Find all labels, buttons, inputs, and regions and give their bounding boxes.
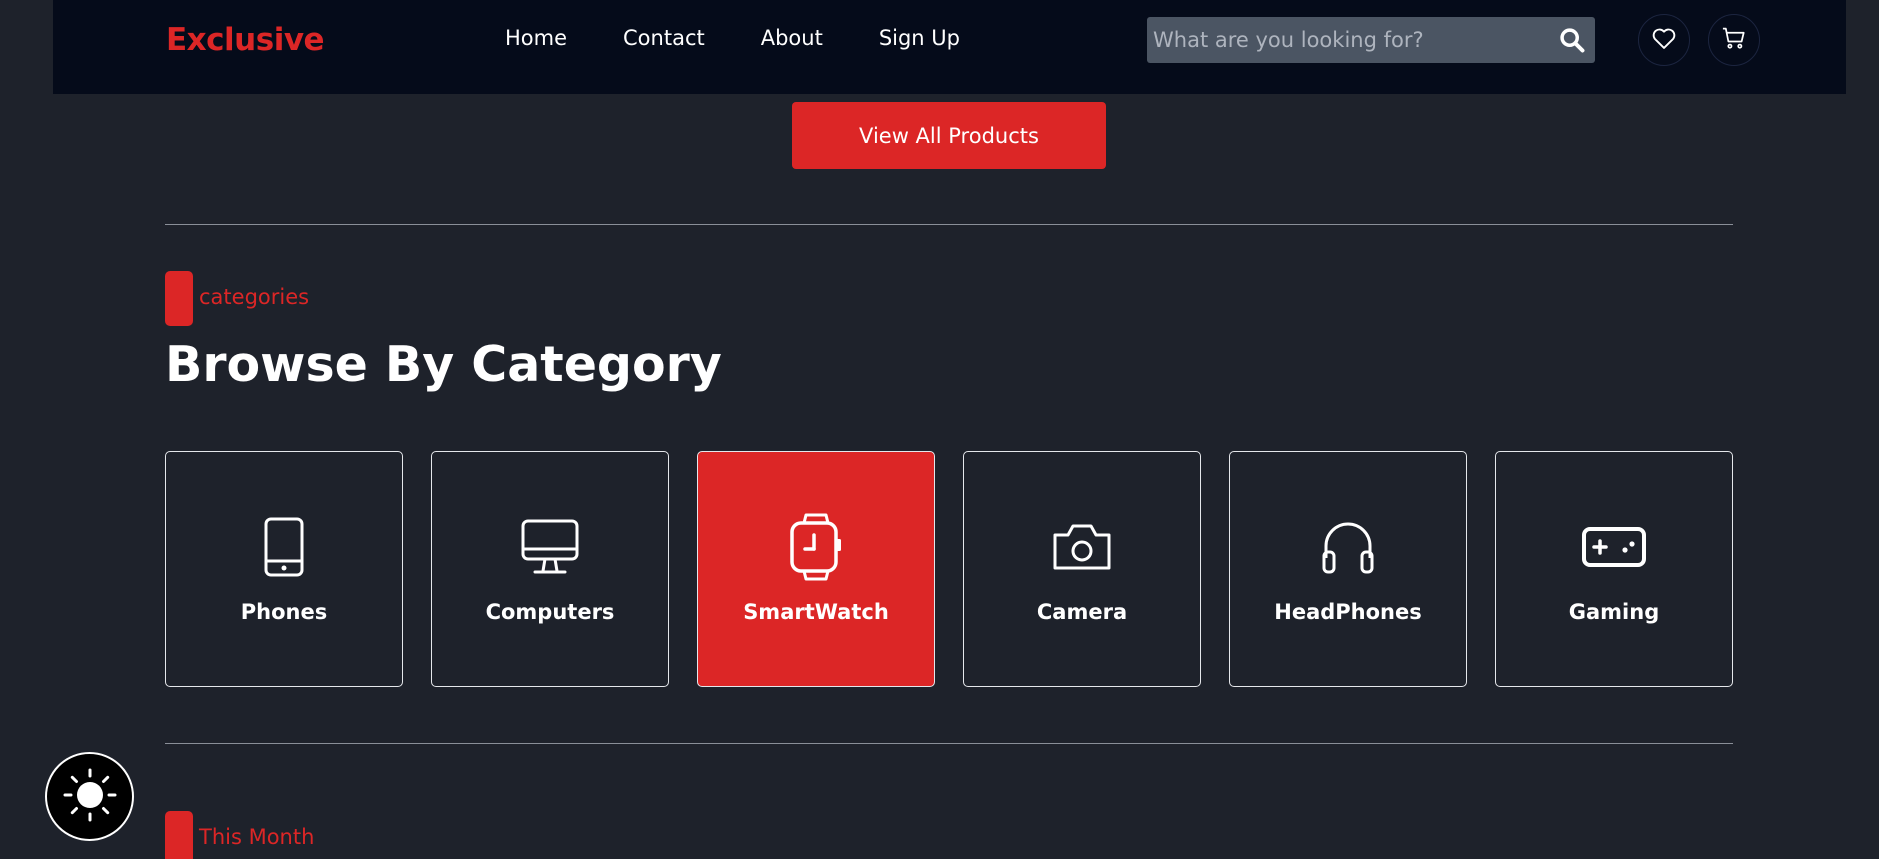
view-all-products-button[interactable]: View All Products — [792, 102, 1106, 169]
wishlist-button[interactable] — [1638, 14, 1690, 66]
cart-button[interactable] — [1708, 14, 1760, 66]
section-tag-label: This Month — [199, 825, 315, 849]
category-card-gaming[interactable]: Gaming — [1495, 451, 1733, 687]
theme-toggle-button[interactable] — [45, 752, 134, 841]
phone-icon — [262, 514, 306, 580]
category-label: Computers — [485, 600, 615, 624]
search-bar — [1147, 17, 1595, 63]
section-tag-label: categories — [199, 285, 310, 309]
smartwatch-icon — [786, 513, 846, 581]
divider — [165, 743, 1733, 744]
nav-link-home[interactable]: Home — [505, 26, 567, 50]
category-card-phones[interactable]: Phones — [165, 451, 403, 687]
gamepad-icon — [1580, 514, 1648, 580]
heart-icon — [1650, 24, 1678, 56]
cart-icon — [1720, 24, 1748, 56]
category-card-headphones[interactable]: HeadPhones — [1229, 451, 1467, 687]
category-label: HeadPhones — [1274, 600, 1422, 624]
divider — [165, 224, 1733, 225]
logo[interactable]: Exclusive — [166, 22, 325, 58]
search-icon[interactable] — [1549, 17, 1595, 63]
headphones-icon — [1320, 514, 1376, 580]
section-title: Browse By Category — [165, 336, 722, 393]
nav-links: Home Contact About Sign Up — [505, 26, 1016, 50]
category-label: Gaming — [1568, 600, 1660, 624]
category-label: Camera — [1036, 600, 1128, 624]
category-label: SmartWatch — [743, 600, 889, 624]
category-list: Phones Computers SmartWatch Camera HeadP… — [165, 451, 1733, 687]
sun-icon — [62, 767, 118, 827]
navbar: Exclusive Home Contact About Sign Up — [53, 0, 1846, 94]
section-tag-marker — [165, 811, 193, 859]
nav-link-sign-up[interactable]: Sign Up — [879, 26, 960, 50]
computer-icon — [519, 514, 581, 580]
category-card-smartwatch[interactable]: SmartWatch — [697, 451, 935, 687]
category-label: Phones — [240, 600, 328, 624]
camera-icon — [1051, 514, 1113, 580]
nav-link-contact[interactable]: Contact — [623, 26, 705, 50]
section-tag-marker — [165, 271, 193, 326]
category-card-camera[interactable]: Camera — [963, 451, 1201, 687]
nav-link-about[interactable]: About — [761, 26, 823, 50]
search-input[interactable] — [1147, 17, 1549, 63]
category-card-computers[interactable]: Computers — [431, 451, 669, 687]
